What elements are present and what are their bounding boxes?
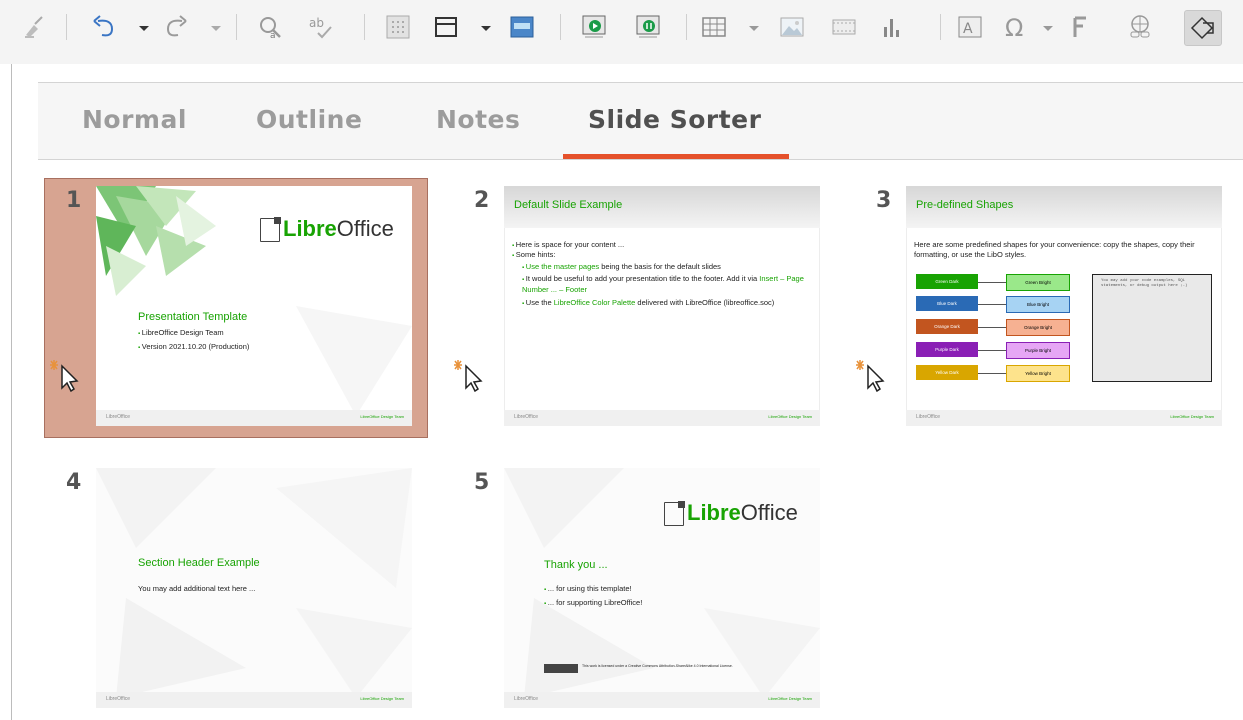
custom-animation-icon bbox=[50, 360, 79, 392]
slide-footer: LibreOffice LibreOffice Design Team bbox=[96, 410, 412, 426]
slide-body: You may add additional text here ... bbox=[138, 584, 256, 593]
slide-number-4: 4 bbox=[66, 470, 82, 495]
slide-layout-icon[interactable] bbox=[506, 12, 538, 42]
slide-footer: LibreOffice LibreOffice Design Team bbox=[96, 692, 412, 708]
slide-subbullet: It would be useful to add your presentat… bbox=[522, 274, 812, 295]
slide-bullet: Version 2021.10.20 (Production) bbox=[138, 342, 250, 353]
shapes-icon[interactable] bbox=[1184, 10, 1222, 46]
slide-bullet: ... for supporting LibreOffice! bbox=[544, 598, 643, 609]
redo-icon[interactable] bbox=[160, 12, 192, 42]
cc-license-badge bbox=[544, 664, 578, 673]
shape-light: Yellow Bright bbox=[1006, 365, 1070, 382]
slide-footer: LibreOffice LibreOffice Design Team bbox=[504, 692, 820, 708]
slide-thumbnail-3[interactable]: Pre-defined Shapes Here are some predefi… bbox=[906, 186, 1222, 426]
slide-subbullet: Use the master pages being the basis for… bbox=[522, 262, 812, 273]
libreoffice-logo: Libre Office bbox=[664, 500, 798, 526]
slide-number-2: 2 bbox=[474, 188, 490, 213]
shape-dark: Green Dark bbox=[916, 274, 978, 289]
svg-text:a: a bbox=[270, 31, 276, 41]
view-tabbar: Normal Outline Notes Slide Sorter bbox=[38, 82, 1243, 160]
custom-animation-icon bbox=[856, 360, 885, 392]
shape-light: Orange Bright bbox=[1006, 319, 1070, 336]
shape-dark: Yellow Dark bbox=[916, 365, 978, 380]
svg-text:Ω: Ω bbox=[1005, 14, 1023, 41]
slide-bullet: ... for using this template! bbox=[544, 584, 632, 595]
media-icon[interactable] bbox=[828, 12, 860, 42]
spelling-icon[interactable]: ab bbox=[304, 12, 336, 42]
slide-thumbnail-1[interactable]: LibreOffice Presentation Template LibreO… bbox=[96, 186, 412, 426]
code-box: You may add your code examples, SQL stat… bbox=[1092, 274, 1212, 382]
slide-title: Pre-defined Shapes bbox=[916, 199, 1014, 211]
shape-light: Blue Bright bbox=[1006, 296, 1070, 313]
tab-slide-sorter[interactable]: Slide Sorter bbox=[588, 105, 761, 134]
tab-notes[interactable]: Notes bbox=[436, 105, 520, 134]
slide-bullet: Some hints: bbox=[512, 250, 556, 261]
standard-toolbar: a ab A Ω bbox=[0, 0, 1243, 64]
license-text: This work is licensed under a Creative C… bbox=[582, 664, 733, 668]
shape-light: Green Bright bbox=[1006, 274, 1070, 291]
start-first-slide-icon[interactable] bbox=[578, 12, 610, 42]
chart-icon[interactable] bbox=[876, 12, 908, 42]
shape-dark: Blue Dark bbox=[916, 296, 978, 311]
clear-formatting-icon[interactable] bbox=[18, 12, 50, 42]
slide-footer: LibreOffice LibreOffice Design Team bbox=[906, 410, 1222, 426]
textbox-icon[interactable]: A bbox=[954, 12, 986, 42]
table-icon[interactable] bbox=[698, 12, 730, 42]
special-character-icon[interactable]: Ω bbox=[1000, 12, 1032, 42]
undo-icon[interactable] bbox=[88, 12, 120, 42]
svg-text:A: A bbox=[963, 21, 973, 37]
slide-intro: Here are some predefined shapes for your… bbox=[914, 240, 1195, 259]
fontwork-icon[interactable] bbox=[1064, 12, 1096, 42]
slide-number-5: 5 bbox=[474, 470, 490, 495]
master-slides-icon[interactable] bbox=[430, 12, 462, 42]
tab-outline[interactable]: Outline bbox=[256, 105, 362, 134]
shape-light: Purple Bright bbox=[1006, 342, 1070, 359]
master-slides-dropdown-icon[interactable] bbox=[480, 20, 492, 34]
slide-subbullet: Use the LibreOffice Color Palette delive… bbox=[522, 298, 812, 309]
shape-dark: Orange Dark bbox=[916, 319, 978, 334]
left-border-line bbox=[11, 64, 12, 720]
tab-normal[interactable]: Normal bbox=[82, 105, 187, 134]
slide-title: Default Slide Example bbox=[514, 199, 623, 211]
slide-bullet: LibreOffice Design Team bbox=[138, 328, 224, 339]
start-current-slide-icon[interactable] bbox=[632, 12, 664, 42]
slide-thumbnail-4[interactable]: Section Header Example You may add addit… bbox=[96, 468, 412, 708]
slide-title: Thank you ... bbox=[544, 559, 608, 571]
slide-footer: LibreOffice LibreOffice Design Team bbox=[504, 410, 820, 426]
slide-thumbnail-5[interactable]: LibreOffice Thank you ... ... for using … bbox=[504, 468, 820, 708]
slide-title: Presentation Template bbox=[138, 311, 248, 323]
slide-thumbnail-2[interactable]: Default Slide Example Here is space for … bbox=[504, 186, 820, 426]
redo-dropdown-icon[interactable] bbox=[210, 20, 222, 34]
special-character-dropdown-icon[interactable] bbox=[1042, 20, 1054, 34]
shape-dark: Purple Dark bbox=[916, 342, 978, 357]
libreoffice-logo: Libre Office bbox=[260, 216, 394, 242]
display-grid-icon[interactable] bbox=[382, 12, 414, 42]
svg-text:ab: ab bbox=[309, 16, 324, 30]
image-icon[interactable] bbox=[776, 12, 808, 42]
hyperlink-icon[interactable] bbox=[1124, 12, 1156, 42]
active-tab-indicator bbox=[563, 154, 789, 159]
find-replace-icon[interactable]: a bbox=[254, 12, 286, 42]
table-dropdown-icon[interactable] bbox=[748, 20, 760, 34]
undo-dropdown-icon[interactable] bbox=[138, 20, 150, 34]
slide-title: Section Header Example bbox=[138, 557, 260, 569]
slide-number-3: 3 bbox=[876, 188, 892, 213]
slide-number-1: 1 bbox=[66, 188, 82, 213]
custom-animation-icon bbox=[454, 360, 483, 392]
